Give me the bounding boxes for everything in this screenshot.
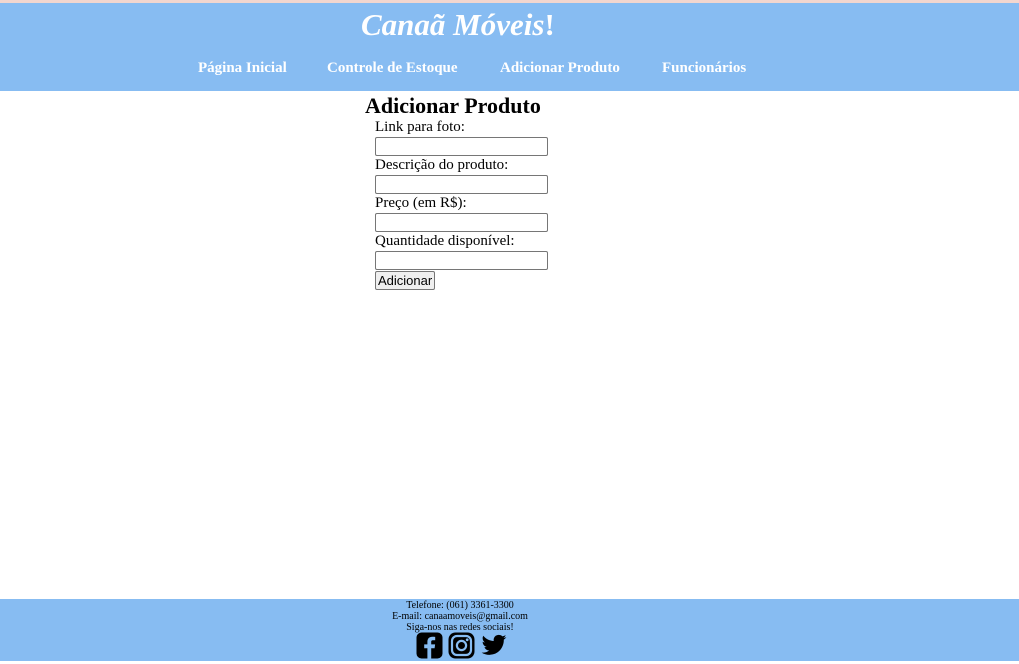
quantity-label: Quantidade disponível: <box>375 233 515 249</box>
nav-link-pagina-inicial[interactable]: Página Inicial <box>198 59 287 77</box>
nav-link-funcionarios[interactable]: Funcionários <box>662 59 746 77</box>
footer-email: E-mail: canaamoveis@gmail.com <box>392 611 528 622</box>
brand-name: Canaã Móveis <box>361 7 545 42</box>
photo-link-label: Link para foto: <box>375 119 465 135</box>
main-nav: Página Inicial Controle de Estoque Adici… <box>0 59 1019 79</box>
price-input[interactable] <box>375 213 548 232</box>
site-header: Canaã Móveis! Página Inicial Controle de… <box>0 3 1019 91</box>
add-button[interactable]: Adicionar <box>375 271 436 290</box>
instagram-icon[interactable] <box>448 632 475 664</box>
brand-suffix: ! <box>544 7 555 42</box>
nav-link-adicionar-produto[interactable]: Adicionar Produto <box>500 59 620 77</box>
add-product-form: Link para foto: Descrição do produto: Pr… <box>365 119 665 290</box>
main-content: Adicionar Produto Link para foto: Descri… <box>365 91 665 290</box>
facebook-icon[interactable] <box>416 632 443 664</box>
footer-contact: Telefone: (061) 3361-3300 E-mail: canaam… <box>360 599 560 633</box>
quantity-input[interactable] <box>375 251 548 270</box>
page-title: Adicionar Produto <box>365 93 541 118</box>
twitter-icon[interactable] <box>480 632 508 664</box>
price-label: Preço (em R$): <box>375 195 467 211</box>
description-label: Descrição do produto: <box>375 157 509 173</box>
site-footer: Telefone: (061) 3361-3300 E-mail: canaam… <box>0 599 1019 661</box>
social-links <box>416 632 509 659</box>
nav-link-controle-de-estoque[interactable]: Controle de Estoque <box>327 59 458 77</box>
description-input[interactable] <box>375 175 548 194</box>
photo-link-input[interactable] <box>375 137 548 156</box>
footer-phone: Telefone: (061) 3361-3300 <box>406 600 514 611</box>
site-brand: Canaã Móveis! <box>361 7 555 43</box>
